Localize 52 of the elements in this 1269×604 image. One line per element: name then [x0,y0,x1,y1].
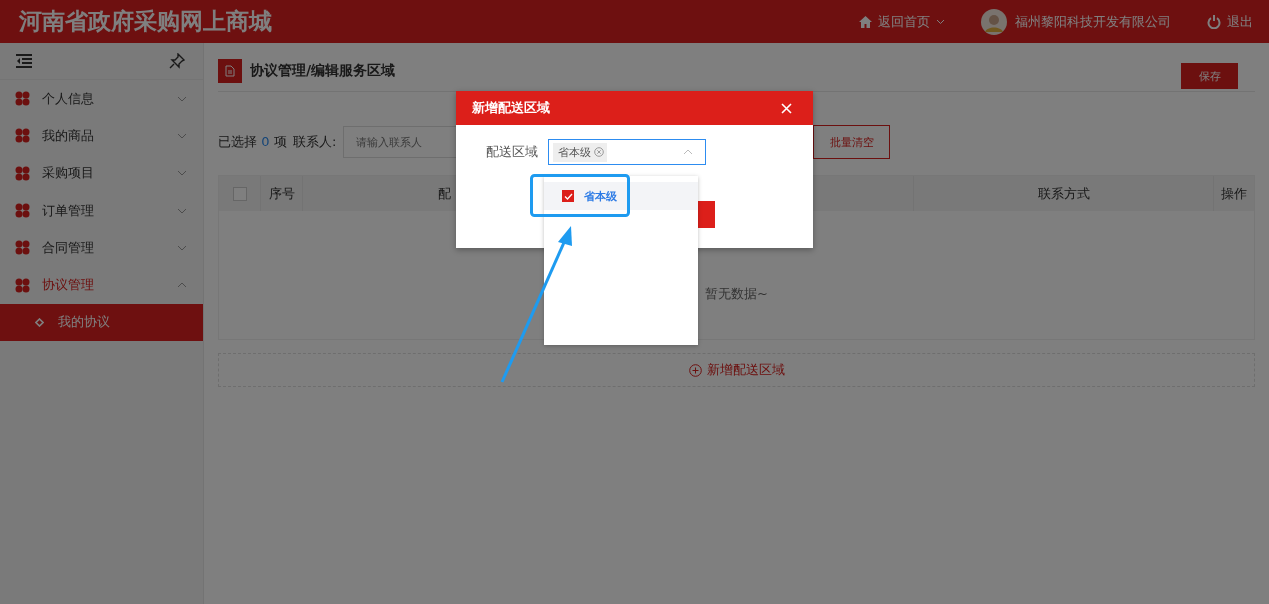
sidebar-item[interactable]: 个人信息 [0,80,203,118]
sidebar-item[interactable]: 协议管理 [0,266,203,304]
clover-icon [15,128,30,144]
sidebar-item[interactable]: 我的商品 [0,117,203,155]
plus-circle-icon [688,363,702,377]
dialog-title: 新增配送区域 [472,99,550,117]
empty-message: 暂无数据~ [705,285,768,303]
clear-button[interactable]: 批量清空 [813,125,890,159]
clover-icon [15,277,30,293]
chevron-icon [177,132,187,139]
selection-count: 已选择 0 项 [218,133,288,151]
sidebar-item[interactable]: 采购项目 [0,154,203,192]
site-title: 河南省政府采购网上商城 [19,6,272,36]
power-icon [1207,14,1221,29]
chevron-icon [177,170,187,177]
column-header: 操作 [1221,184,1247,203]
chevron-icon [177,244,187,251]
diamond-icon [35,317,44,327]
user-name[interactable]: 福州黎阳科技开发有限公司 [1015,12,1171,31]
chevron-icon [177,207,187,214]
chevron-icon [177,282,187,289]
pin-icon[interactable] [169,53,185,69]
column-header: 序号 [268,184,295,203]
save-button[interactable]: 保存 [1181,63,1238,89]
sidebar-item[interactable]: 订单管理 [0,191,203,230]
home-link[interactable]: 返回首页 [859,12,945,31]
field-label: 配送区域 [486,143,538,161]
menu-icon[interactable] [16,54,32,68]
remove-icon[interactable] [594,147,604,157]
submenu-item[interactable]: 我的协议 [0,303,203,341]
contact-label: 联系人: [293,133,338,151]
selected-tag: 省本级 [553,142,607,162]
chevron-icon [177,95,187,102]
caret-icon [936,18,945,25]
document-icon [218,59,242,83]
home-icon [859,15,872,28]
breadcrumb: 协议管理/编辑服务区域 [250,62,396,80]
column-header: 配 [438,184,451,203]
dropdown-option[interactable]: 省本级 [544,182,698,210]
area-select[interactable]: 省本级 [548,139,706,165]
logout-link[interactable]: 退出 [1207,12,1253,31]
add-area-button[interactable]: 新增配送区域 [218,353,1255,387]
close-icon[interactable] [781,102,792,114]
caret-icon [683,149,693,155]
checkbox[interactable] [562,190,574,202]
clover-icon [15,91,30,107]
clover-icon [15,240,30,256]
clover-icon [15,203,30,219]
sidebar-item[interactable]: 合同管理 [0,229,203,267]
clover-icon [15,165,30,181]
column-header: 联系方式 [1037,184,1090,203]
avatar-icon [981,8,1007,35]
